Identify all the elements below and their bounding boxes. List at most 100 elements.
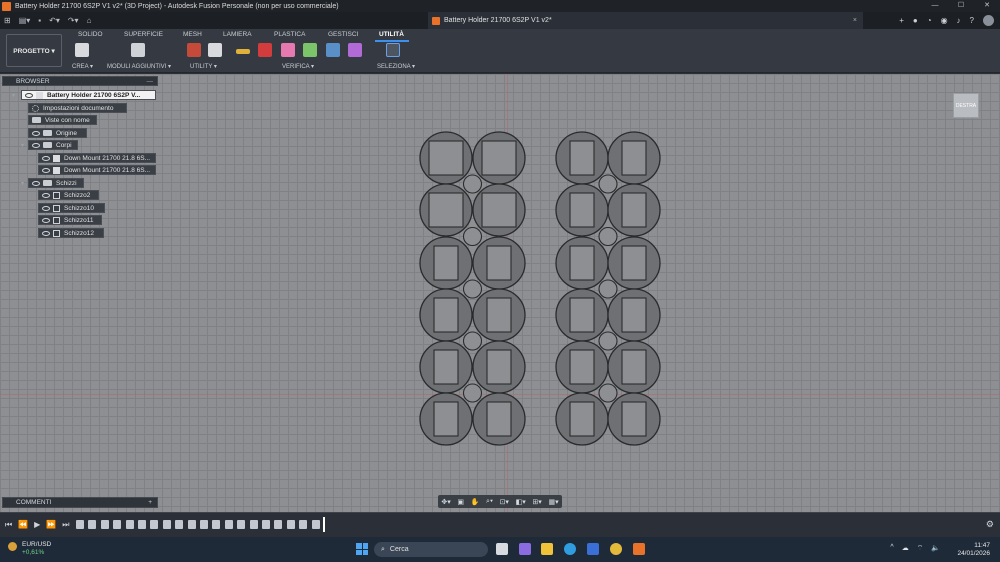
view-cube[interactable]: DESTRA [953,93,979,118]
copilot-icon[interactable] [519,543,531,555]
zoom-icon[interactable]: ⌕▾ [486,498,493,506]
browser-item-body-1[interactable]: Down Mount 21700 21.8 6S... [38,153,156,163]
display-mode-icon[interactable]: ◧▾ [516,498,526,506]
taskbar-search-input[interactable]: ⌕ Cerca [374,542,488,557]
onedrive-icon[interactable]: ☁ [902,544,909,553]
pan-icon[interactable]: ✋ [471,498,480,506]
expand-root-icon[interactable]: ▾ [12,92,15,99]
browser-item-body-2[interactable]: Down Mount 21700 21.8 6S... [38,165,156,175]
edge-icon[interactable] [564,543,576,555]
contact-slot [486,245,512,281]
browser-item-viste[interactable]: Viste con nome [28,115,97,125]
timeline-feature[interactable] [150,520,159,529]
browser-root[interactable]: Battery Holder 21700 6S2P V... [21,90,156,100]
timeline-settings-icon[interactable]: ⚙ [986,519,994,530]
timeline-feature[interactable] [311,520,320,529]
clock[interactable]: 11:47 24/01/2026 [957,542,990,558]
expand-schizzi-icon[interactable]: ▾ [21,180,24,187]
network-icon[interactable]: ⌔ [917,544,924,553]
search-icon: ⌕ [381,545,385,553]
vent-hole [462,226,483,247]
browser-item-origine[interactable]: Origine [28,128,87,138]
timeline-play-icon[interactable]: ▶ [34,520,40,530]
contact-slot [481,140,517,176]
body-icon [53,154,60,162]
visibility-eye-icon[interactable] [25,92,33,98]
timeline-feature[interactable] [249,520,258,529]
contact-slot [569,349,595,385]
collapse-browser-icon[interactable]: — [147,78,154,85]
timeline-feature[interactable] [262,520,270,529]
clock-date: 24/01/2026 [957,550,990,557]
contact-slot [428,140,464,176]
browser-item-schizzo11[interactable]: Schizzo11 [38,215,102,225]
vent-hole [462,331,483,351]
visibility-eye-icon[interactable] [42,230,50,236]
tray-chevron-icon[interactable]: ^ [890,544,893,553]
browser-panel-header[interactable]: BROWSER — [2,76,158,86]
visibility-eye-icon[interactable] [42,217,50,223]
browser-item-schizzo10[interactable]: Schizzo10 [38,203,105,213]
comments-panel[interactable]: COMMENTI + [2,497,158,508]
timeline-feature[interactable] [286,520,295,529]
contact-slot [481,192,517,228]
timeline-feature[interactable] [88,520,97,529]
timeline-feature[interactable] [224,520,233,529]
add-comment-icon[interactable]: + [148,499,152,506]
timeline-start-icon[interactable]: ⏮ [5,520,12,530]
fusion-taskbar-icon[interactable] [633,543,645,555]
grid-icon[interactable]: ⊞▾ [532,498,541,506]
visibility-eye-icon[interactable] [42,167,50,173]
timeline-marker[interactable] [323,517,325,532]
viewports-icon[interactable]: ▦▾ [548,498,558,506]
timeline-feature[interactable] [100,520,109,529]
store-icon[interactable] [587,543,599,555]
timeline-feature[interactable] [299,520,308,529]
visibility-eye-icon[interactable] [42,192,50,198]
timeline-feature[interactable] [162,520,171,529]
timeline-feature[interactable] [175,520,184,529]
timeline-feature[interactable] [138,520,146,529]
fit-icon[interactable]: ⊡▾ [500,498,509,506]
timeline-next-icon[interactable]: ⏩ [46,520,56,530]
component-icon [36,91,43,99]
visibility-eye-icon[interactable] [32,142,40,148]
view-cube-label: DESTRA [955,102,977,109]
browser-item-impostazioni[interactable]: Impostazioni documento [28,103,127,113]
gear-icon [32,104,39,112]
search-placeholder: Cerca [389,546,409,553]
visibility-eye-icon[interactable] [42,205,50,211]
visibility-eye-icon[interactable] [42,155,50,161]
visibility-eye-icon[interactable] [32,180,40,186]
expand-corpi-icon[interactable]: ▾ [21,142,24,149]
timeline-feature[interactable] [212,520,221,529]
browser-item-schizzo12[interactable]: Schizzo12 [38,228,104,238]
timeline-feature[interactable] [237,520,246,529]
weather-widget-icon[interactable] [8,542,17,551]
browser-item-schizzo2[interactable]: Schizzo2 [38,190,99,200]
vent-hole [598,226,618,247]
timeline-feature[interactable] [125,520,134,529]
contact-slot [486,401,512,437]
timeline-end-icon[interactable]: ⏭ [62,520,69,530]
visibility-eye-icon[interactable] [32,130,40,136]
vent-hole [598,279,618,299]
task-view-icon[interactable] [496,543,508,555]
timeline-prev-icon[interactable]: ⏪ [18,520,28,530]
ticker-widget[interactable]: EUR/USD +0,61% [22,541,51,557]
contact-slot [621,401,647,437]
windows-start-icon[interactable] [356,543,368,555]
orbit-icon[interactable]: ✥▾ [441,498,450,506]
look-at-icon[interactable]: ▣ [457,498,464,506]
timeline-feature[interactable] [113,520,122,529]
timeline-feature[interactable] [274,520,283,529]
browser-item-schizzi[interactable]: Schizzi [28,178,84,188]
volume-icon[interactable]: 🔈 [931,544,940,553]
chrome-icon[interactable] [610,543,622,555]
timeline-feature[interactable] [76,520,84,529]
file-explorer-icon[interactable] [541,543,553,555]
browser-item-corpi[interactable]: Corpi [28,140,78,150]
timeline-feature[interactable] [187,520,196,529]
timeline-feature[interactable] [200,520,208,529]
sketch-icon [53,216,60,224]
